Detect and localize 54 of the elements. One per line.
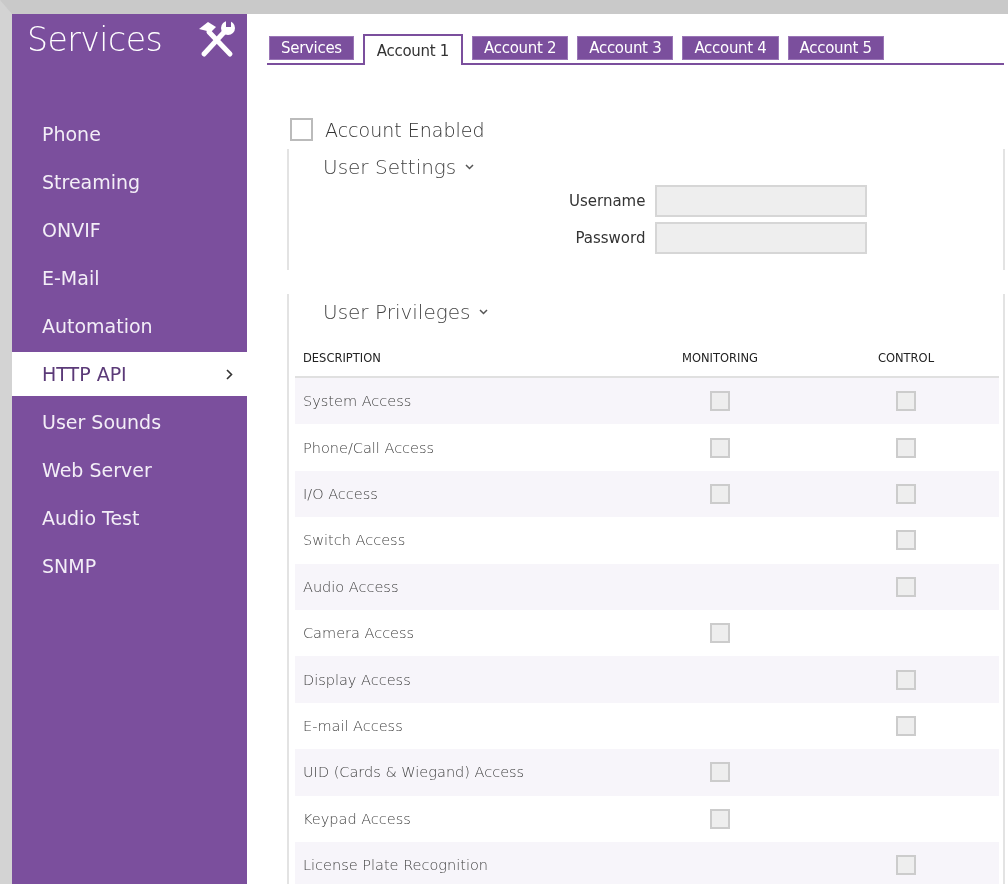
checkbox[interactable] [896,530,916,551]
checkbox[interactable] [710,623,730,644]
checkbox[interactable] [710,391,730,412]
checkbox[interactable] [896,855,916,876]
field-label: Password [574,229,646,247]
checkbox[interactable] [710,437,730,458]
sidebar-item[interactable]: HTTP API [12,352,247,396]
sidebar-title: Services [27,20,163,59]
tab[interactable]: Services [269,36,354,60]
sidebar-item[interactable]: Automation [12,304,247,348]
checkbox[interactable] [896,669,916,690]
table-cell: License Plate Recognition [295,841,627,884]
checkbox[interactable] [896,715,916,736]
tools-icon [197,20,237,58]
sidebar-item[interactable]: SNMP [12,544,247,588]
section-title[interactable]: User Settings [289,149,1003,179]
field-label: Username [569,192,646,210]
sidebar-item[interactable]: ONVIF [12,208,247,252]
sidebar-item[interactable]: Audio Test [12,496,247,540]
tab[interactable]: Account 2 [472,36,569,60]
table-cell: E-mail Access [295,702,627,750]
sidebar-item[interactable]: Web Server [12,448,247,492]
checkbox[interactable] [290,118,313,141]
input-field[interactable] [655,222,868,254]
table-cell: Display Access [295,656,627,703]
input-field[interactable] [655,185,868,217]
table-cell: Camera Access [295,609,627,657]
table-cell: Audio Access [295,563,627,610]
sidebar-item[interactable]: Streaming [12,160,247,204]
checkbox[interactable] [710,483,730,504]
table-cell: Switch Access [295,517,627,564]
table-cell: Phone/Call Access [295,424,627,471]
tab[interactable]: Account 3 [577,36,674,60]
checkbox[interactable] [896,437,916,458]
sidebar-item[interactable]: User Sounds [12,400,247,444]
tab[interactable]: Account 1 [362,34,464,65]
section-title[interactable]: User Privileges [289,294,1003,324]
table-cell: I/O Access [295,470,627,518]
tab[interactable]: Account 4 [682,36,779,60]
chevron-right-icon [226,368,233,380]
sidebar-item[interactable]: E-Mail [12,256,247,300]
checkbox[interactable] [896,391,916,412]
checkbox[interactable] [896,576,916,597]
sidebar-item[interactable]: Phone [12,112,247,156]
checkbox-label: Account Enabled [325,118,485,141]
chevron-down-icon [479,309,489,315]
chevron-down-icon [465,164,475,170]
checkbox[interactable] [710,808,730,829]
tab[interactable]: Account 5 [787,36,884,60]
checkbox[interactable] [710,762,730,783]
table-cell: System Access [295,377,627,425]
checkbox[interactable] [896,483,916,504]
table-cell: Keypad Access [295,795,627,842]
table-cell: UID (Cards & Wiegand) Access [295,749,627,796]
